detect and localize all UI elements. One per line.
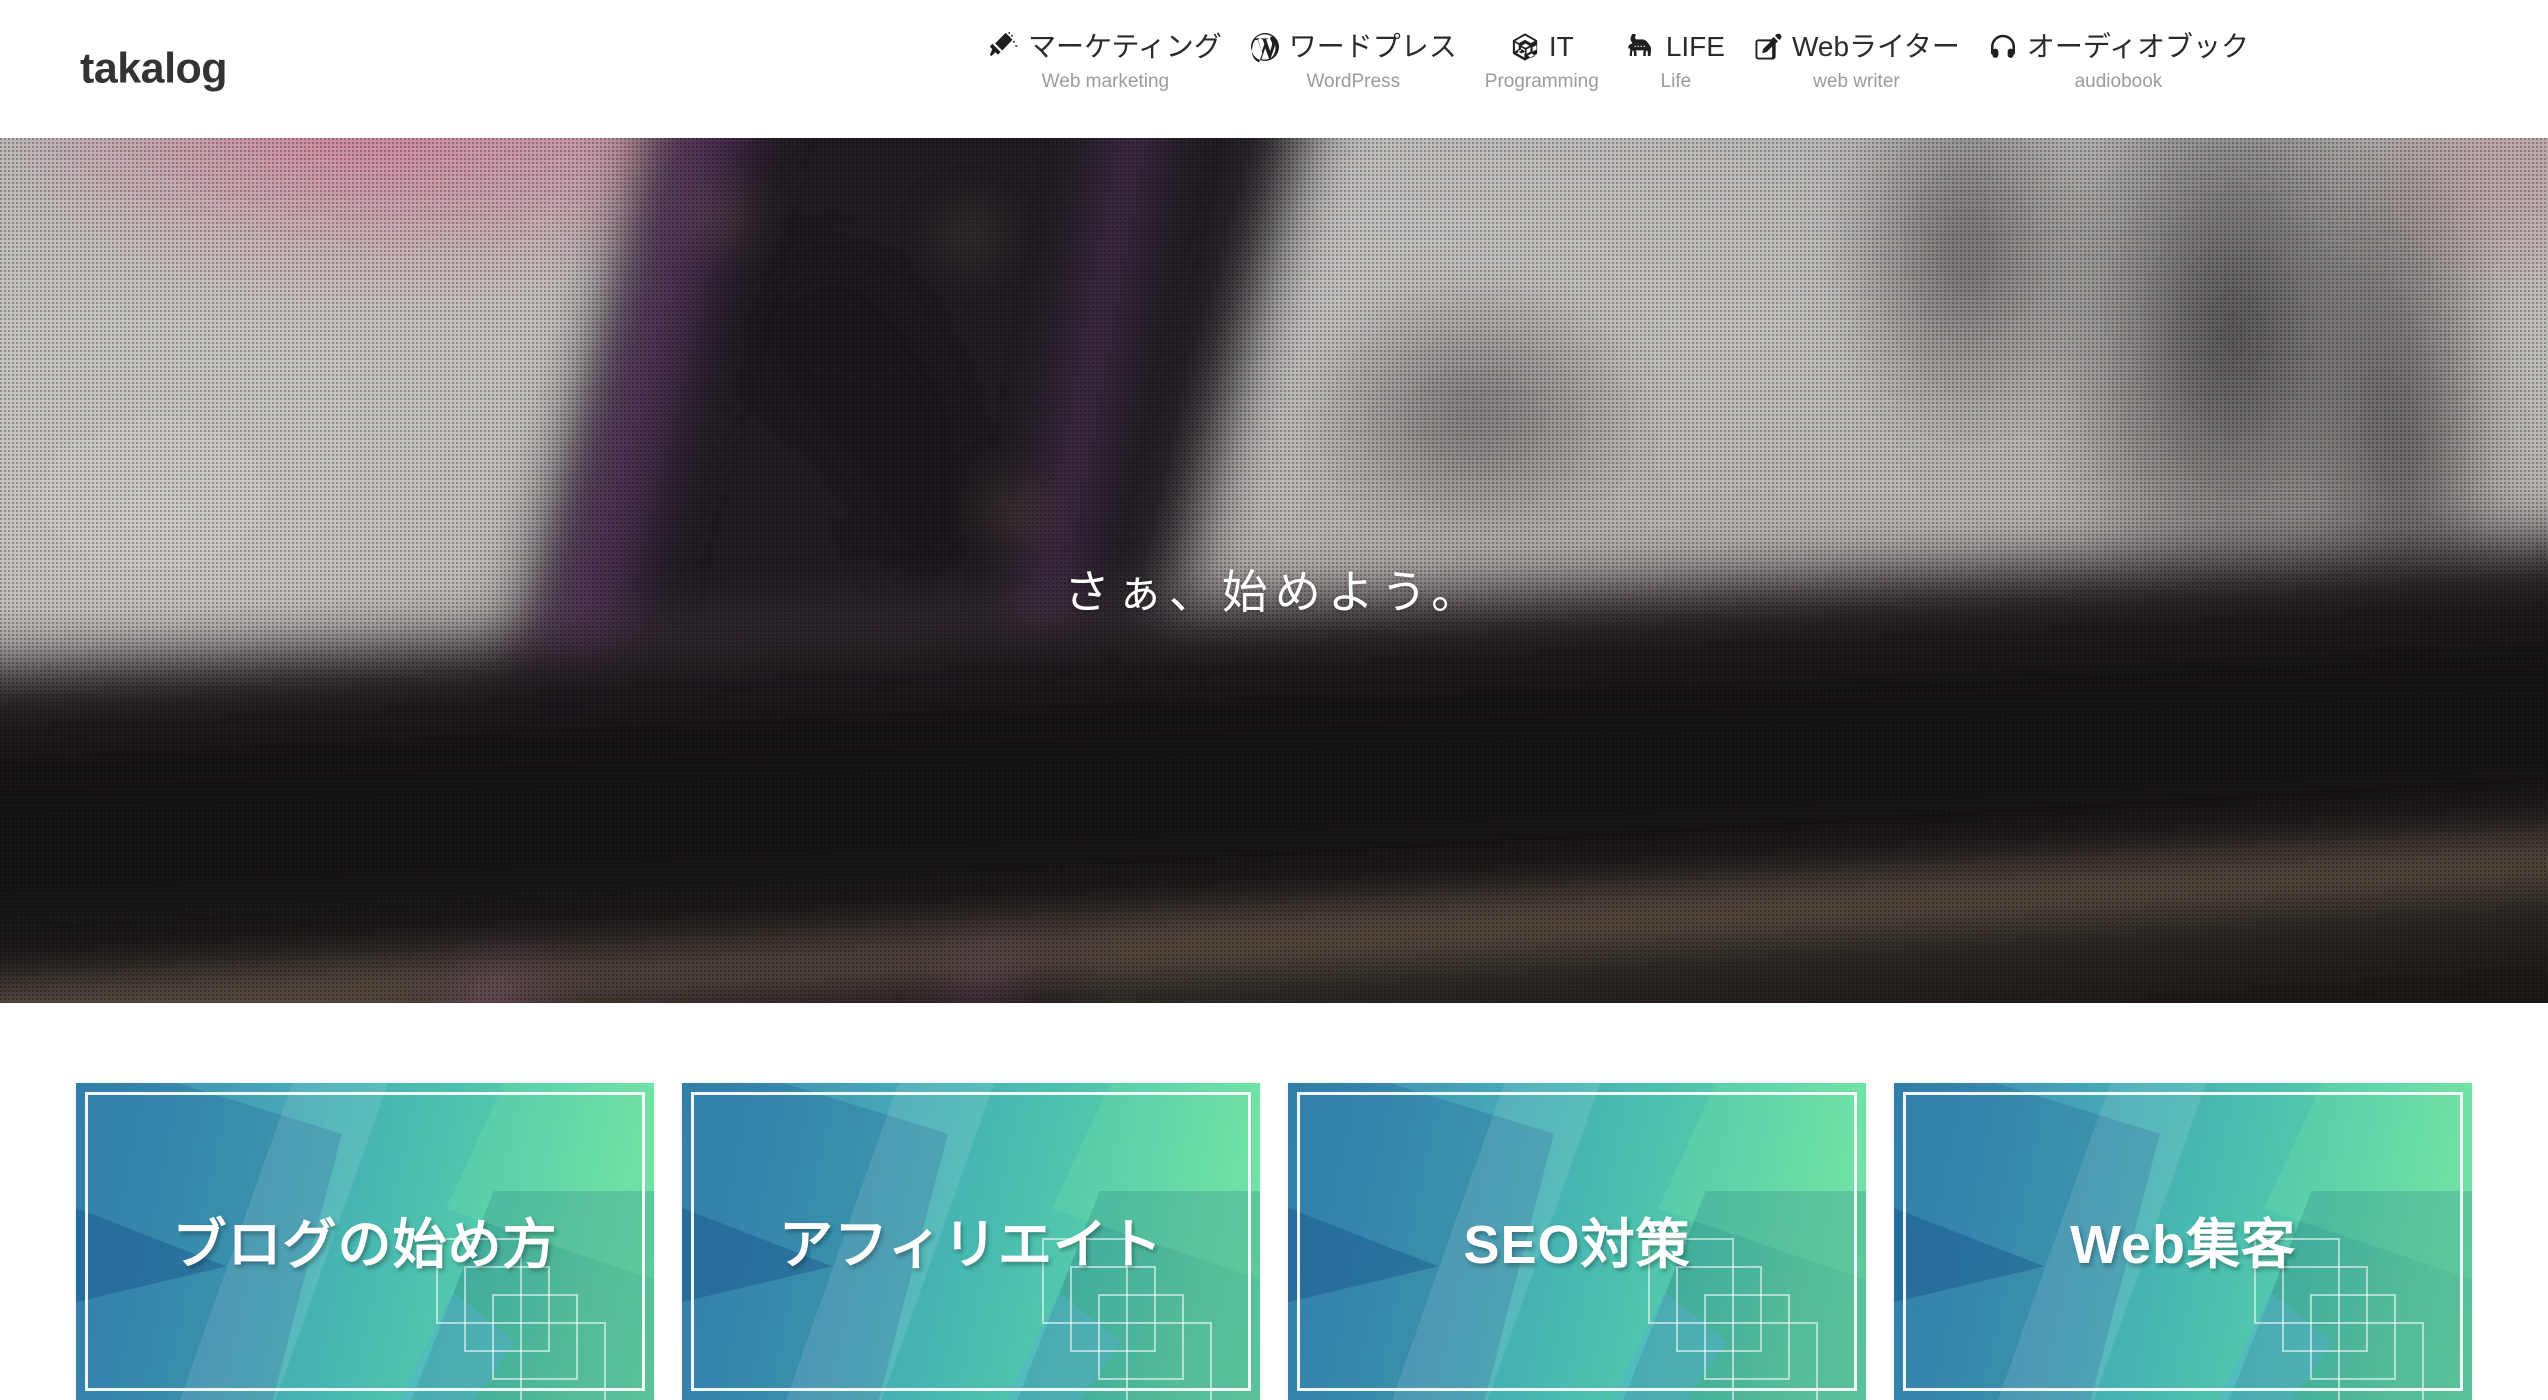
nav-item-web-writer-sublabel: web writer <box>1813 71 1900 92</box>
nav-item-marketing-label: マーケティング <box>1028 31 1222 63</box>
nav-item-marketing-sublabel: Web marketing <box>1041 71 1170 92</box>
megaphone-icon <box>989 32 1019 62</box>
nav-item-audiobook-main: オーディオブック <box>1988 32 2249 62</box>
nav-item-it-main: IT <box>1510 32 1574 62</box>
category-card-blog-start[interactable]: ブログの始め方 <box>76 1083 654 1400</box>
category-card-seo[interactable]: SEO対策 <box>1288 1083 1866 1400</box>
nav-item-web-writer-main: Webライター <box>1753 32 1960 62</box>
nav-item-it-label: IT <box>1548 31 1574 63</box>
category-card-affiliate[interactable]: アフィリエイト <box>682 1083 1260 1400</box>
donkey-icon <box>1627 32 1657 62</box>
category-card-label: アフィリエイト <box>779 1215 1163 1275</box>
wordpress-icon <box>1250 32 1280 62</box>
nav-item-web-writer-label: Webライター <box>1791 31 1960 63</box>
nav-item-it-sublabel: Programming <box>1484 71 1599 92</box>
hero-title: さぁ、始めよう。 <box>1063 566 1485 618</box>
nav-item-life[interactable]: LIFE Life <box>1613 32 1739 93</box>
nav-item-wordpress-sublabel: WordPress <box>1306 71 1401 92</box>
site-logo[interactable]: takalog <box>80 45 228 94</box>
nav-item-it[interactable]: IT Programming <box>1471 32 1613 93</box>
headphones-icon <box>1988 32 2018 62</box>
nav-item-audiobook-label: オーディオブック <box>2026 31 2249 63</box>
nav-item-wordpress[interactable]: ワードプレス WordPress <box>1236 32 1471 93</box>
category-card-list: ブログの始め方 アフィリエイト SEO対策 Web集客 <box>0 1083 2548 1400</box>
hero-section: さぁ、始めよう。 <box>0 138 2548 1003</box>
nav-item-web-writer[interactable]: Webライター web writer <box>1739 32 1974 93</box>
nav-item-life-main: LIFE <box>1627 32 1725 62</box>
main-navigation: マーケティング Web marketing ワードプレス WordPress I… <box>975 32 2263 93</box>
pen-square-icon <box>1753 32 1783 62</box>
nav-item-audiobook-sublabel: audiobook <box>2074 71 2163 92</box>
nav-item-marketing-main: マーケティング <box>989 32 1222 62</box>
category-card-web-attraction[interactable]: Web集客 <box>1894 1083 2472 1400</box>
category-card-label: Web集客 <box>2069 1215 2296 1275</box>
cube-icon <box>1510 32 1540 62</box>
nav-item-marketing[interactable]: マーケティング Web marketing <box>975 32 1236 93</box>
site-header: takalog マーケティング Web marketing ワードプレス Wor… <box>0 0 2548 138</box>
category-card-label: ブログの始め方 <box>172 1215 558 1275</box>
nav-item-life-label: LIFE <box>1665 31 1725 63</box>
nav-item-audiobook[interactable]: オーディオブック audiobook <box>1974 32 2263 93</box>
nav-item-life-sublabel: Life <box>1660 71 1692 92</box>
nav-item-wordpress-main: ワードプレス <box>1250 32 1457 62</box>
category-card-label: SEO対策 <box>1463 1215 1691 1275</box>
nav-item-wordpress-label: ワードプレス <box>1288 31 1457 63</box>
